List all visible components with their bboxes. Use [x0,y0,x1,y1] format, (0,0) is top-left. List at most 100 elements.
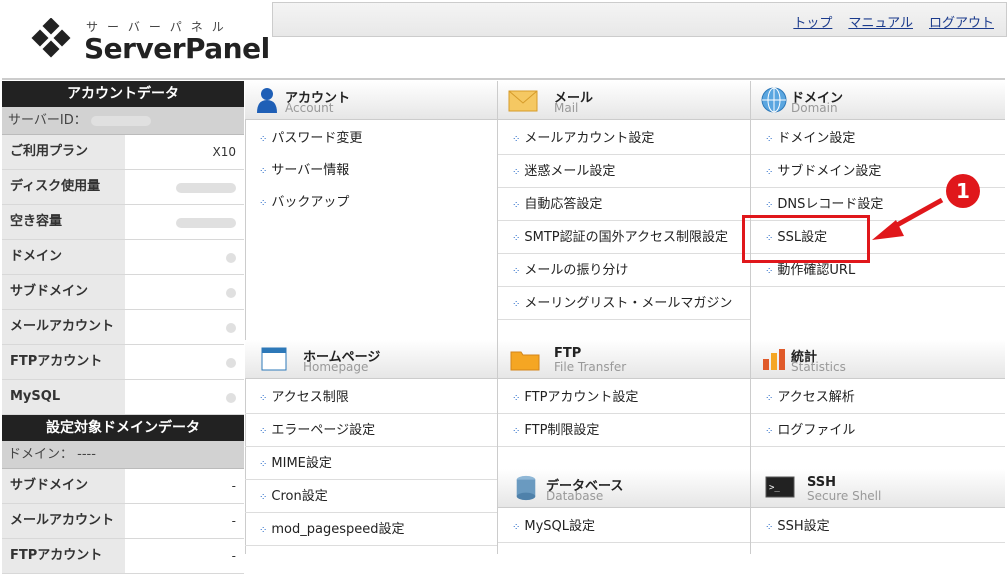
menu-item-access-analysis[interactable]: アクセス解析 [751,382,1005,414]
menu-item-pagespeed[interactable]: mod_pagespeed設定 [245,514,497,546]
menu-item-mail-account[interactable]: メールアカウント設定 [498,123,750,155]
row-label: メールアカウント [2,310,125,344]
row-label: ご利用プラン [2,135,125,169]
redacted-value [176,217,236,228]
header-divider [2,78,1005,80]
row-label: FTPアカウント [2,539,125,573]
section-subtitle: Statistics [791,360,846,374]
menu-item-server-info[interactable]: サーバー情報 [245,155,497,187]
row-value: - [125,504,244,538]
mail-account-count-row: メールアカウント [2,310,244,345]
row-label: MySQL [2,380,125,414]
row-value [125,170,244,204]
section-subtitle: Homepage [303,360,369,374]
menu-item-cron[interactable]: Cron設定 [245,481,497,513]
row-value [125,380,244,414]
server-id-label: サーバーID： [8,113,87,128]
section-mail-header: メール Mail [498,81,750,120]
domain-data-title: 設定対象ドメインデータ [2,415,244,441]
section-title: SSH [807,475,837,490]
folder-icon [510,351,540,371]
menu-item-access-restriction[interactable]: アクセス制限 [245,382,497,414]
row-value [125,240,244,274]
nav-manual-link[interactable]: マニュアル [848,12,913,31]
menu-item-ssh[interactable]: SSH設定 [751,511,1005,543]
menu-item-ftp-restriction[interactable]: FTP制限設定 [498,415,750,447]
annotation-badge: 1 [946,174,980,208]
menu-item-ftp-account[interactable]: FTPアカウント設定 [498,382,750,414]
account-sidebar: アカウントデータ サーバーID： ご利用プラン X10 ディスク使用量 空き容量 … [2,81,244,574]
menu-item-domain-settings[interactable]: ドメイン設定 [751,123,1005,155]
row-value: - [125,539,244,573]
domain-subdomain-row: サブドメイン - [2,469,244,504]
account-data-title: アカウントデータ [2,81,244,107]
section-subtitle: Domain [791,101,838,115]
domain-mail-row: メールアカウント - [2,504,244,539]
section-statistics-header: 統計 Statistics [751,340,1005,379]
ssl-highlight-box [742,215,870,263]
menu-item-mysql[interactable]: MySQL設定 [498,511,750,543]
menu-item-smtp-restriction[interactable]: SMTP認証の国外アクセス制限設定 [498,222,750,254]
menu-item-password[interactable]: パスワード変更 [245,123,497,155]
plan-row: ご利用プラン X10 [2,135,244,170]
section-account-header: アカウント Account [245,81,497,120]
row-value [125,310,244,344]
row-label: ディスク使用量 [2,170,125,204]
logo-name: ServerPanel [84,32,270,65]
redacted-value [226,322,236,333]
top-bar: トップ マニュアル ログアウト [272,2,1007,37]
menu-item-mailing-list[interactable]: メーリングリスト・メールマガジン [498,288,750,320]
globe-icon [761,87,787,113]
disk-usage-row: ディスク使用量 [2,170,244,205]
redacted-value [176,182,236,193]
svg-text:>_: >_ [769,483,780,493]
menu-item-error-page[interactable]: エラーページ設定 [245,415,497,447]
row-value [125,345,244,379]
row-value [125,275,244,309]
mysql-count-row: MySQL [2,380,244,415]
menu-item-autoreply[interactable]: 自動応答設定 [498,189,750,221]
section-subtitle: Account [285,101,334,115]
domain-ftp-row: FTPアカウント - [2,539,244,574]
browser-window-icon [261,347,287,371]
row-label: FTPアカウント [2,345,125,379]
redacted-value [90,115,151,126]
free-space-row: 空き容量 [2,205,244,240]
subdomain-count-row: サブドメイン [2,275,244,310]
section-subtitle: File Transfer [554,360,627,374]
server-id-row: サーバーID： [2,107,244,135]
top-nav: トップ マニュアル ログアウト [793,12,994,31]
section-domain-header: ドメイン Domain [751,81,1005,120]
section-subtitle: Mail [554,101,579,115]
section-ssh-header: >_ SSH Secure Shell [751,469,1005,508]
terminal-icon: >_ [765,476,795,498]
menu-grid: アカウント Account パスワード変更 サーバー情報 バックアップ メール … [245,81,1005,554]
row-label: サブドメイン [2,469,125,503]
menu-item-mime[interactable]: MIME設定 [245,448,497,480]
menu-item-log-files[interactable]: ログファイル [751,415,1005,447]
section-homepage-header: ホームページ Homepage [245,340,497,379]
server-panel-logo: サーバーパネル ServerPanel [2,2,270,78]
annotation-arrow-icon [872,197,944,240]
user-icon [257,88,277,113]
row-label: 空き容量 [2,205,125,239]
menu-item-backup[interactable]: バックアップ [245,187,497,219]
section-subtitle: Database [546,489,604,503]
target-domain-row: ドメイン： ---- [2,441,244,469]
row-label: メールアカウント [2,504,125,538]
menu-item-mail-filter[interactable]: メールの振り分け [498,255,750,287]
redacted-value [226,252,236,263]
section-ftp-header: FTP File Transfer [498,340,750,379]
row-label: サブドメイン [2,275,125,309]
bar-chart-icon [763,349,785,370]
nav-logout-link[interactable]: ログアウト [929,12,994,31]
database-icon [516,475,536,501]
ftp-account-count-row: FTPアカウント [2,345,244,380]
row-value: - [125,469,244,503]
menu-item-spam[interactable]: 迷惑メール設定 [498,156,750,188]
row-value [125,205,244,239]
domain-count-row: ドメイン [2,240,244,275]
row-label: ドメイン [2,240,125,274]
redacted-value [226,287,236,298]
nav-top-link[interactable]: トップ [793,12,832,31]
